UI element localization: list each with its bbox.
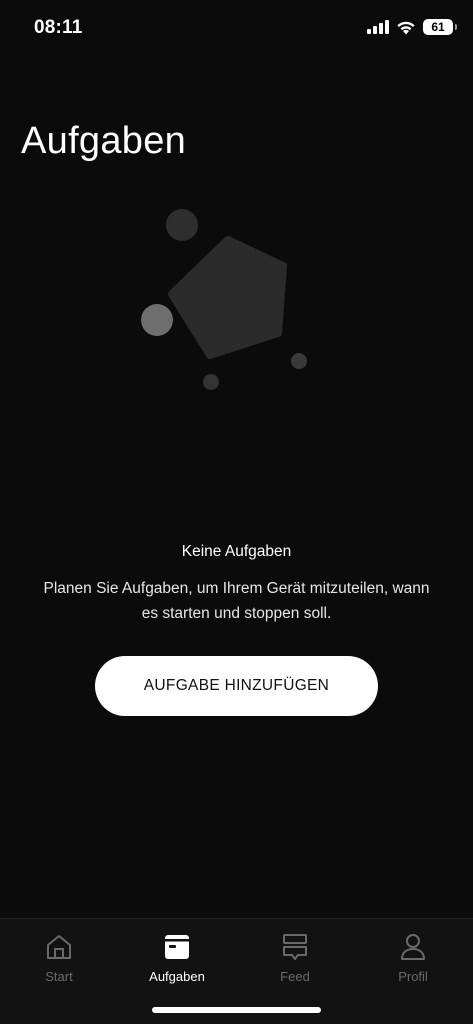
home-indicator[interactable] xyxy=(152,1007,321,1013)
add-task-button[interactable]: AUFGABE HINZUFÜGEN xyxy=(95,656,378,716)
status-icons: 61 xyxy=(367,19,457,35)
feed-icon xyxy=(283,934,307,960)
profile-icon xyxy=(401,934,425,960)
nav-label-aufgaben: Aufgaben xyxy=(149,969,205,984)
battery-level: 61 xyxy=(431,20,445,34)
empty-state-title: Keine Aufgaben xyxy=(181,543,292,560)
pentagon-bubbles-illustration xyxy=(141,209,307,390)
status-time: 08:11 xyxy=(34,17,83,38)
signal-icon xyxy=(367,20,389,34)
status-bar: 08:11 61 xyxy=(0,0,473,56)
battery-icon: 61 xyxy=(423,19,457,35)
home-icon xyxy=(47,935,71,959)
nav-label-start: Start xyxy=(45,969,73,984)
tasks-icon xyxy=(165,935,189,959)
bubble-right xyxy=(291,353,307,369)
nav-label-feed: Feed xyxy=(280,969,310,984)
page-title: Aufgaben xyxy=(21,120,187,162)
wifi-icon xyxy=(397,21,415,34)
nav-label-profil: Profil xyxy=(398,969,428,984)
nav-item-profil[interactable]: Profil xyxy=(354,927,472,989)
nav-item-start[interactable]: Start xyxy=(0,927,118,989)
pentagon-shape xyxy=(168,236,287,359)
nav-item-aufgaben[interactable]: Aufgaben xyxy=(118,927,236,989)
bubble-top xyxy=(166,209,198,241)
bubble-left xyxy=(141,304,173,336)
empty-state-description: Planen Sie Aufgaben, um Ihrem Gerät mitz… xyxy=(43,580,430,622)
bubble-bottom xyxy=(203,374,219,390)
nav-item-feed[interactable]: Feed xyxy=(236,927,354,989)
tasks-screen: 08:11 61 Aufgaben Keine Aufgaben Planen … xyxy=(0,0,473,1024)
